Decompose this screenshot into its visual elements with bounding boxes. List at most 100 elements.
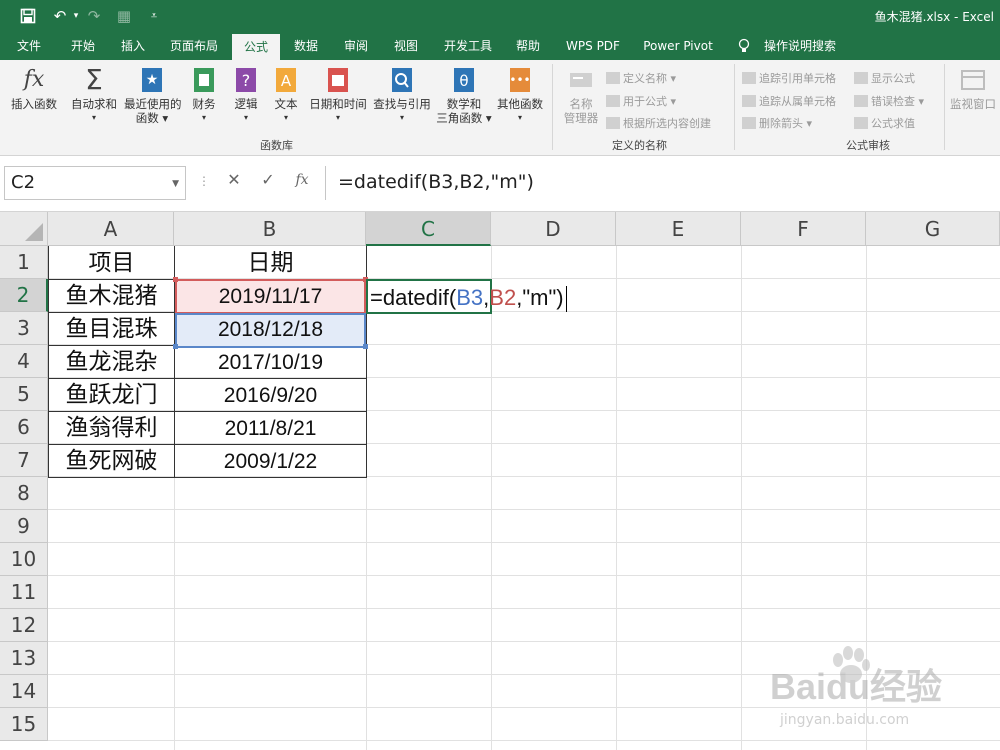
trace-arrow-icon [742, 72, 756, 84]
drag-handle-icon[interactable]: ⋮ [192, 174, 216, 188]
cell-b1[interactable]: 日期 [175, 247, 366, 280]
cell-b5[interactable]: 2016/9/20 [175, 379, 366, 412]
ribbon-separator [944, 64, 945, 150]
text-button[interactable]: A 文本 ▾ [268, 66, 304, 125]
insert-function-button[interactable]: fx 插入函数 [6, 66, 62, 112]
more-functions-button[interactable]: ••• 其他函数 ▾ [494, 66, 546, 125]
trace-dependents-item[interactable]: 追踪从属单元格 [742, 93, 836, 109]
cell-editor[interactable]: =datedif(B3,B2,"m") [370, 281, 567, 314]
row-header-10[interactable]: 10 [0, 543, 48, 576]
tab-wps-pdf[interactable]: WPS PDF [558, 32, 628, 60]
financial-book-icon [190, 66, 218, 94]
autosum-button[interactable]: Σ 自动求和 ▾ [66, 66, 122, 125]
sigma-icon: Σ [85, 63, 103, 96]
col-header-a[interactable]: A [48, 212, 174, 246]
col-header-d[interactable]: D [491, 212, 616, 246]
watch-window-icon [959, 66, 987, 94]
show-formulas-item[interactable]: 显示公式 [854, 70, 915, 86]
row-header-6[interactable]: 6 [0, 411, 48, 444]
function-icon[interactable]: fx [290, 172, 314, 188]
function-icon: fx [23, 67, 45, 92]
row-header-7[interactable]: 7 [0, 444, 48, 477]
row-header-13[interactable]: 13 [0, 642, 48, 675]
trace-precedents-item[interactable]: 追踪引用单元格 [742, 70, 836, 86]
gridline [48, 641, 1000, 642]
fx-small-icon [606, 95, 620, 107]
cell-b3[interactable]: 2018/12/18 [175, 313, 366, 346]
row-header-14[interactable]: 14 [0, 675, 48, 708]
cell-b7[interactable]: 2009/1/22 [175, 445, 366, 478]
cell-a1[interactable]: 项目 [49, 247, 174, 280]
col-header-e[interactable]: E [616, 212, 741, 246]
row-header-9[interactable]: 9 [0, 510, 48, 543]
lookup-button[interactable]: 查找与引用 ▾ [370, 66, 434, 125]
chevron-down-icon[interactable]: ▼ [172, 179, 179, 189]
tab-review[interactable]: 审阅 [336, 32, 376, 60]
cell-a2[interactable]: 鱼木混猪 [49, 280, 174, 313]
lookup-book-icon [388, 66, 416, 94]
svg-text:?: ? [242, 71, 251, 90]
cell-a5[interactable]: 鱼跃龙门 [49, 379, 174, 412]
cell-b4[interactable]: 2017/10/19 [175, 346, 366, 379]
gridline [48, 542, 1000, 543]
cell-a7[interactable]: 鱼死网破 [49, 445, 174, 478]
use-in-formula-item[interactable]: 用于公式 ▾ [606, 93, 676, 109]
define-name-item[interactable]: 定义名称 ▾ [606, 70, 676, 86]
create-from-selection-item[interactable]: 根据所选内容创建 [606, 115, 711, 131]
tab-formulas[interactable]: 公式 [232, 34, 280, 60]
tab-page-layout[interactable]: 页面布局 [162, 32, 226, 60]
customize-toolbar-icon[interactable]: ⩡ [142, 5, 166, 27]
row-header-1[interactable]: 1 [0, 246, 48, 279]
row-header-3[interactable]: 3 [0, 312, 48, 345]
select-all-button[interactable] [0, 212, 48, 246]
row-header-2[interactable]: 2 [0, 279, 48, 312]
watch-window-button[interactable]: 监视窗口 [948, 66, 998, 111]
name-box[interactable]: C2 ▼ [4, 166, 186, 200]
tab-file[interactable]: 文件 [8, 32, 50, 60]
tab-home[interactable]: 开始 [62, 32, 104, 60]
col-header-f[interactable]: F [741, 212, 866, 246]
col-header-g[interactable]: G [866, 212, 1000, 246]
cell-b6[interactable]: 2011/8/21 [175, 412, 366, 445]
cancel-icon[interactable]: ✕ [222, 170, 246, 189]
redo-icon[interactable]: ↷ [82, 5, 106, 27]
name-manager-button[interactable]: 名称 管理器 [558, 66, 604, 125]
calendar-book-icon [324, 66, 352, 94]
cell-b2[interactable]: 2019/11/17 [175, 280, 366, 313]
logical-button[interactable]: ? 逻辑 ▾ [228, 66, 264, 125]
math-trig-button[interactable]: θ 数学和 三角函数 ▾ [434, 66, 494, 125]
tab-view[interactable]: 视图 [386, 32, 426, 60]
cell-a6[interactable]: 渔翁得利 [49, 412, 174, 445]
col-header-b[interactable]: B [174, 212, 366, 246]
tell-me-search[interactable]: 操作说明搜索 [758, 32, 842, 60]
recently-used-button[interactable]: ★ 最近使用的 函数 ▾ [124, 66, 182, 125]
name-tag-icon [567, 66, 595, 94]
row-header-11[interactable]: 11 [0, 576, 48, 609]
tab-insert[interactable]: 插入 [112, 32, 154, 60]
svg-text:θ: θ [459, 72, 468, 90]
save-icon[interactable] [16, 5, 40, 27]
star-book-icon: ★ [138, 66, 166, 94]
tab-developer[interactable]: 开发工具 [436, 32, 500, 60]
tab-power-pivot[interactable]: Power Pivot [636, 32, 720, 60]
formula-input[interactable]: =datedif(B3,B2,"m") [325, 166, 995, 200]
row-header-5[interactable]: 5 [0, 378, 48, 411]
cell-a3[interactable]: 鱼目混珠 [49, 313, 174, 346]
confirm-icon[interactable]: ✓ [256, 170, 280, 189]
financial-button[interactable]: 财务 ▾ [186, 66, 222, 125]
remove-arrows-item[interactable]: 删除箭头 ▾ [742, 115, 812, 131]
col-header-c[interactable]: C [366, 212, 491, 246]
row-header-4[interactable]: 4 [0, 345, 48, 378]
row-header-15[interactable]: 15 [0, 708, 48, 741]
cell-a4[interactable]: 鱼龙混杂 [49, 346, 174, 379]
datetime-button[interactable]: 日期和时间 ▾ [306, 66, 370, 125]
evaluate-formula-item[interactable]: 公式求值 [854, 115, 915, 131]
tab-help[interactable]: 帮助 [508, 32, 548, 60]
lightbulb-icon [736, 32, 752, 60]
error-checking-item[interactable]: 错误检查 ▾ [854, 93, 924, 109]
row-header-12[interactable]: 12 [0, 609, 48, 642]
form-icon[interactable]: ▦ [112, 5, 136, 27]
logical-book-icon: ? [232, 66, 260, 94]
row-header-8[interactable]: 8 [0, 477, 48, 510]
tab-data[interactable]: 数据 [286, 32, 326, 60]
